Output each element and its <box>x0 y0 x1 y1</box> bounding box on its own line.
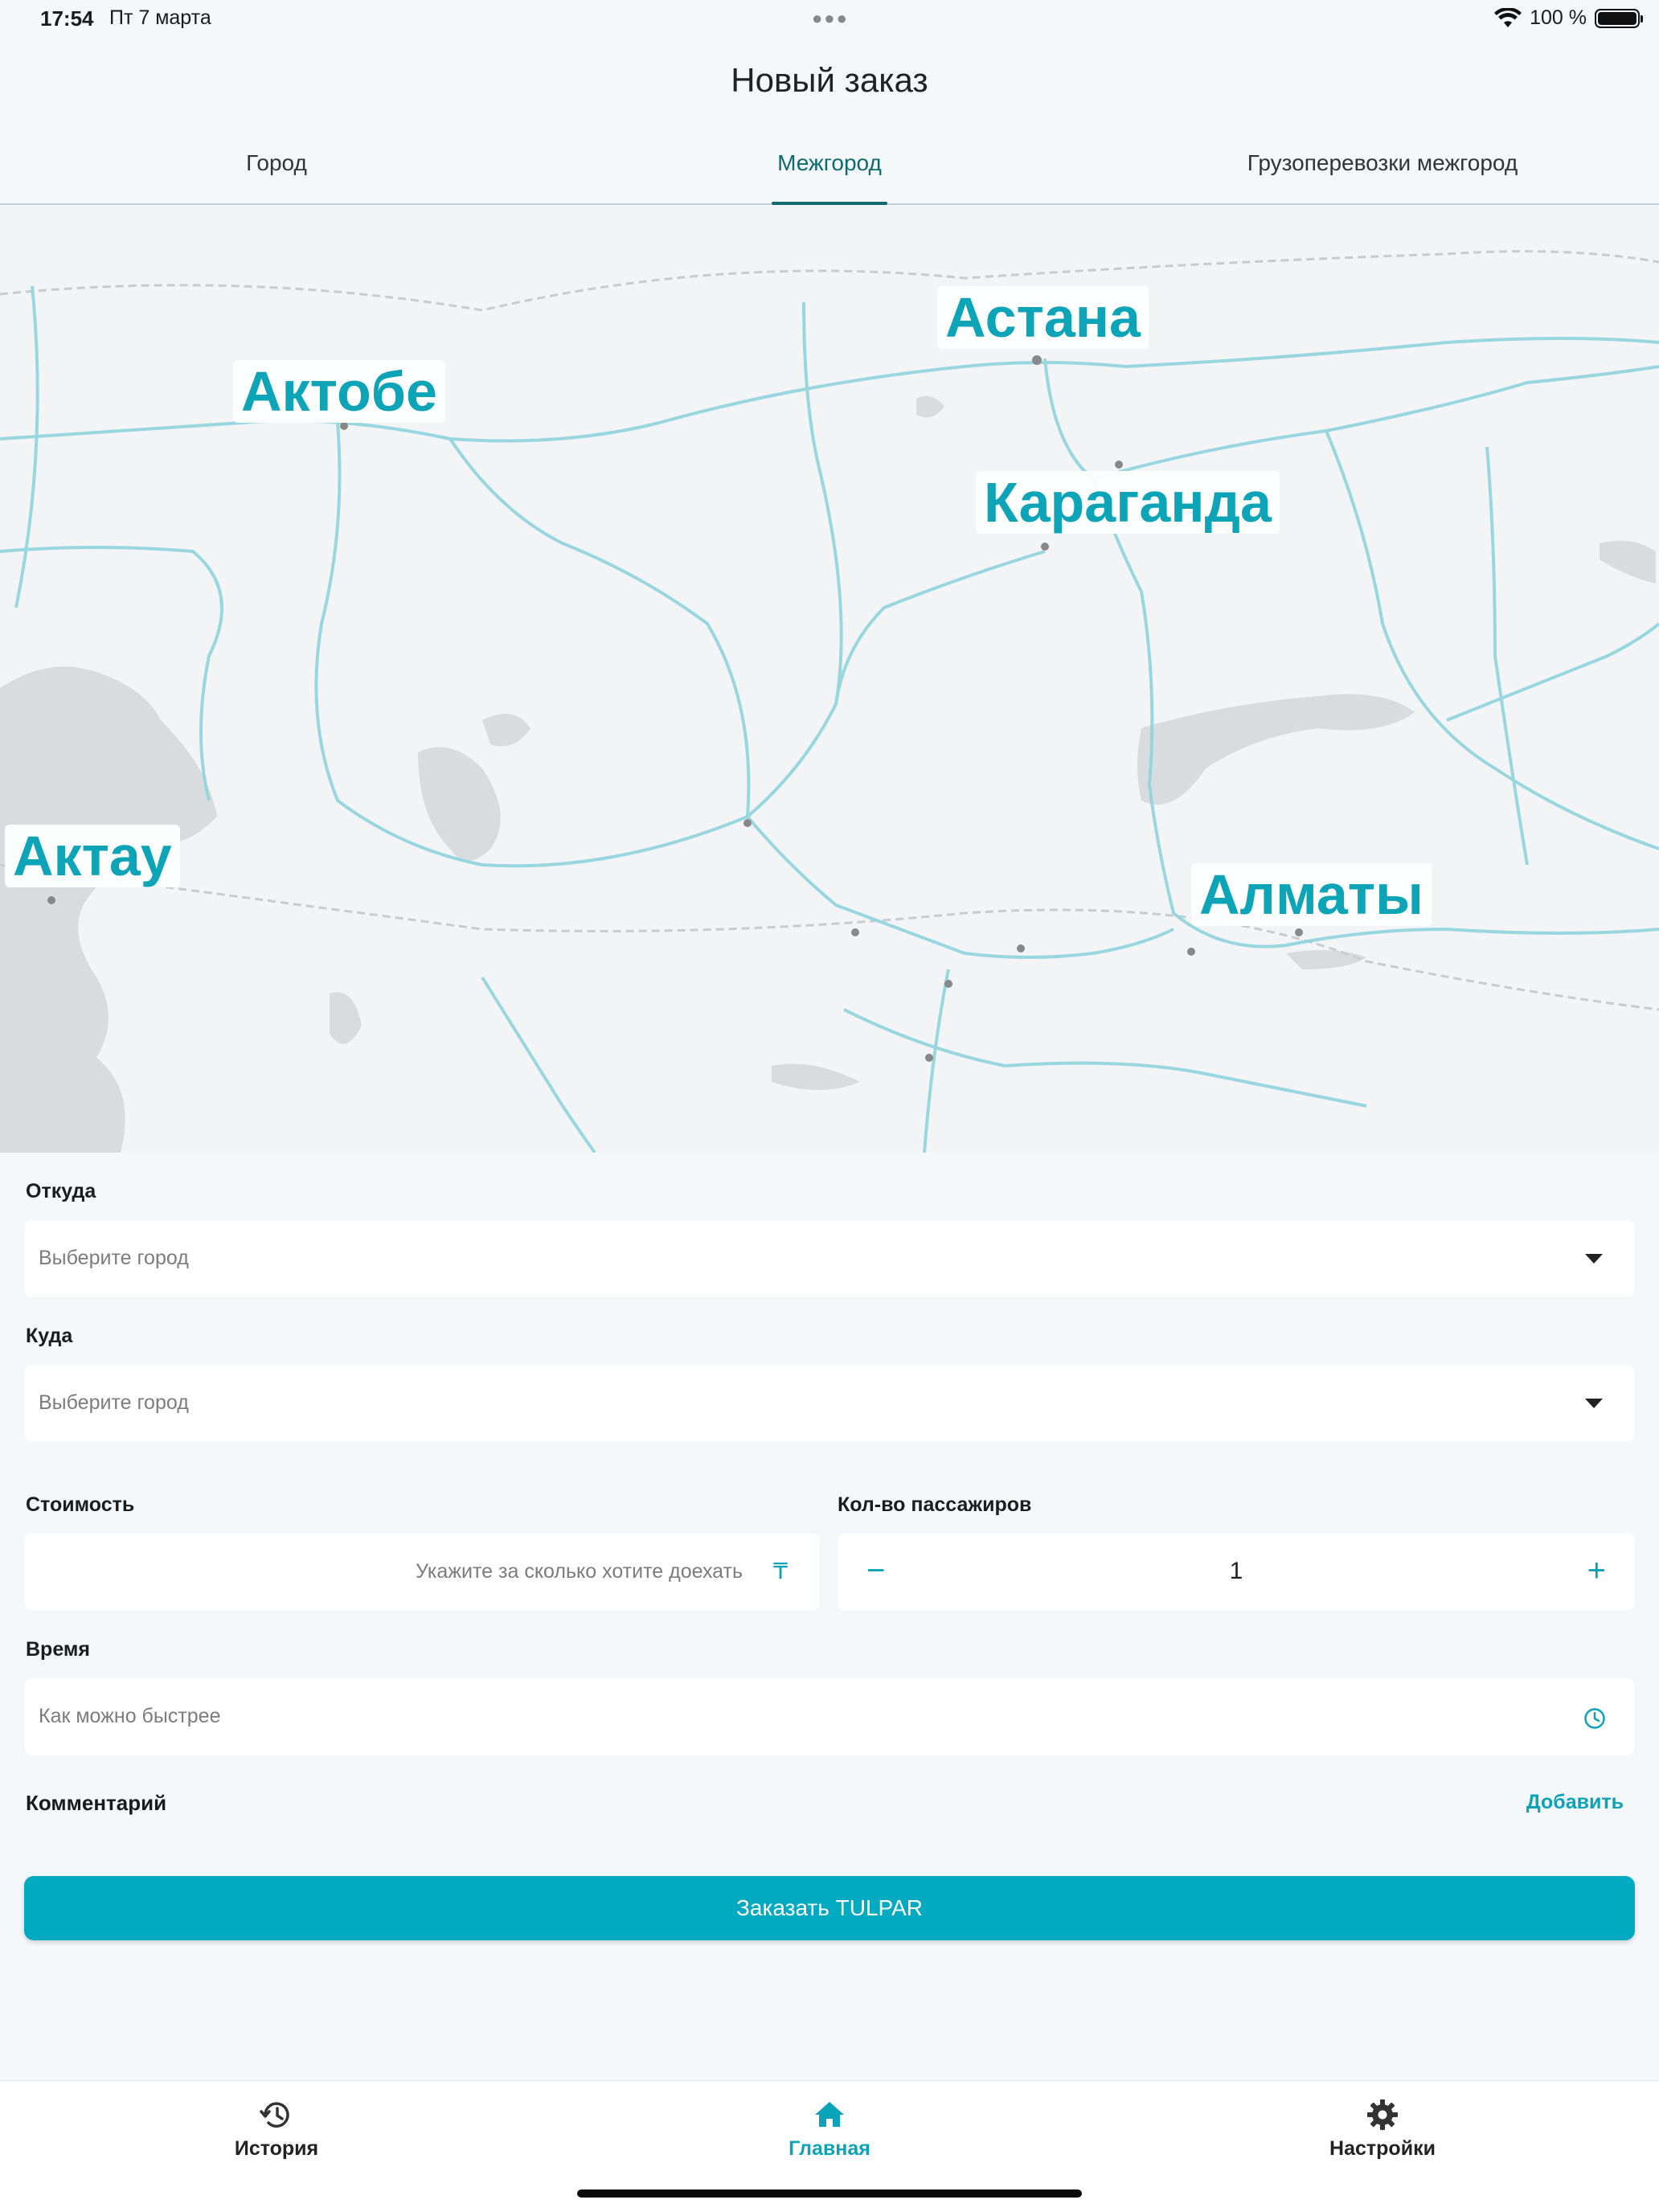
tab-label: Грузоперевозки межгород <box>1247 150 1518 175</box>
map-background <box>0 206 1659 1153</box>
time-input[interactable]: Как можно быстрее <box>24 1678 1635 1755</box>
multitasking-dots-icon[interactable]: ●●● <box>812 8 849 29</box>
home-indicator[interactable] <box>577 2189 1082 2198</box>
tab-cargo-intercity[interactable]: Грузоперевозки межгород <box>1106 141 1659 203</box>
nav-history[interactable]: История <box>156 2097 397 2161</box>
price-input[interactable]: Укажите за сколько хотите доехать ₸ <box>24 1534 820 1611</box>
nav-settings[interactable]: Настройки <box>1262 2097 1503 2161</box>
decrement-button[interactable]: − <box>866 1553 885 1588</box>
clock-icon <box>1584 1708 1605 1729</box>
nav-label: Настройки <box>1329 2137 1436 2160</box>
nav-label: История <box>234 2137 319 2160</box>
home-icon <box>815 2102 844 2127</box>
from-label: Откуда <box>26 1180 96 1202</box>
comment-label: Комментарий <box>26 1791 167 1815</box>
from-select[interactable]: Выберите город <box>24 1220 1635 1297</box>
tab-bar: Город Межгород Грузоперевозки межгород <box>0 141 1659 205</box>
price-placeholder: Укажите за сколько хотите доехать <box>416 1560 743 1583</box>
tenge-icon: ₸ <box>773 1559 788 1583</box>
history-icon <box>260 2102 289 2128</box>
status-bar: 17:54 Пт 7 марта ●●● 100 % <box>0 0 1659 39</box>
map-city-label: Караганда <box>976 471 1280 534</box>
order-button[interactable]: Заказать TULPAR <box>24 1876 1635 1940</box>
increment-button[interactable]: + <box>1587 1553 1606 1588</box>
add-comment-button[interactable]: Добавить <box>1526 1791 1624 1814</box>
status-date: Пт 7 марта <box>109 6 211 29</box>
passengers-stepper: 1 − + <box>838 1534 1635 1611</box>
passengers-label: Кол-во пассажиров <box>838 1493 1032 1516</box>
time-label: Время <box>26 1638 90 1661</box>
map-city-label: Актобе <box>233 360 445 423</box>
map-city-label: Астана <box>937 286 1149 349</box>
from-placeholder: Выберите город <box>39 1247 189 1269</box>
tab-intercity[interactable]: Межгород <box>553 141 1106 205</box>
tab-city[interactable]: Город <box>0 141 553 203</box>
to-label: Куда <box>26 1325 73 1347</box>
status-time: 17:54 <box>40 6 94 31</box>
tab-label: Межгород <box>777 150 882 175</box>
gear-icon <box>1367 2099 1398 2130</box>
battery-icon <box>1595 8 1643 28</box>
tab-label: Город <box>246 150 307 175</box>
wifi-icon <box>1494 7 1522 27</box>
passengers-count: 1 <box>1229 1558 1243 1584</box>
nav-home[interactable]: Главная <box>709 2097 950 2161</box>
price-label: Стоимость <box>26 1493 135 1516</box>
page-title: Новый заказ <box>731 61 928 99</box>
to-placeholder: Выберите город <box>39 1391 189 1414</box>
chevron-down-icon <box>1585 1399 1603 1408</box>
to-select[interactable]: Выберите город <box>24 1365 1635 1442</box>
map-city-label: Актау <box>5 825 180 887</box>
status-indicators: 100 % <box>1494 6 1643 30</box>
map[interactable]: Астана Актобе Караганда Актау Алматы <box>0 206 1659 1153</box>
battery-percent: 100 % <box>1530 6 1587 29</box>
time-placeholder: Как можно быстрее <box>39 1705 221 1727</box>
nav-label: Главная <box>789 2137 870 2160</box>
map-city-label: Алматы <box>1191 863 1432 926</box>
active-tab-indicator <box>772 202 887 205</box>
chevron-down-icon <box>1585 1254 1603 1264</box>
